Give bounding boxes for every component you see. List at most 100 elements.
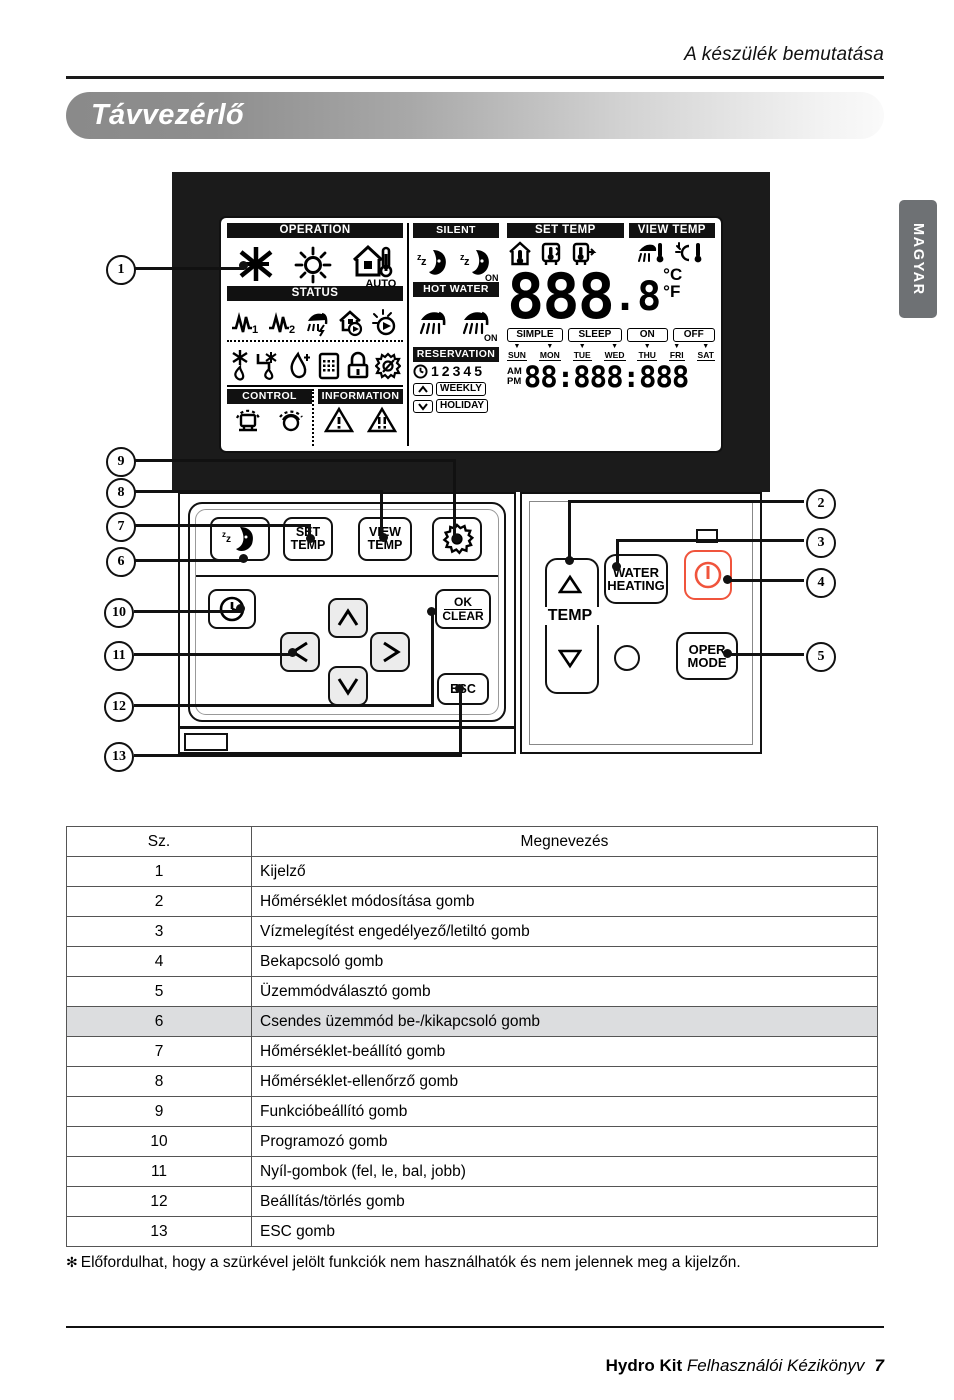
footnote-text: Előfordulhat, hogy a szürkével jelölt fu… [80,1254,741,1271]
row-name: Funkcióbeállító gomb [251,1096,878,1127]
temp-label: TEMP [533,607,607,625]
arrow-left-button[interactable] [280,632,320,672]
schedule-button[interactable] [208,589,256,629]
table-row: 13 ESC gomb [66,1216,878,1247]
triangle-down-icon [558,649,582,669]
row-name: Hőmérséklet módosítása gomb [251,886,878,917]
temp-down-area[interactable] [552,640,588,678]
table-row: 4 Bekapcsoló gomb [66,946,878,977]
mode-sleep: SLEEP [567,328,622,342]
table-row: 5 Üzemmódválasztó gomb [66,976,878,1007]
house-timer-icon [338,309,365,337]
table-row: 8 Hőmérséklet-ellenőrző gomb [66,1066,878,1097]
hot-water-label: HOT WATER [413,282,499,297]
reservation-label: RESERVATION [413,347,499,362]
shower-on-icon: ON [461,307,498,343]
mode-off: OFF [672,328,715,342]
row-no: 6 [66,1006,252,1037]
svg-text:1: 1 [252,324,258,336]
clock-digits: 88:888:888 [523,360,690,394]
table-row: 9 Funkcióbeállító gomb [66,1096,878,1127]
row-no: 9 [66,1096,252,1127]
arrow-up-icon [336,607,360,629]
callout-11: 11 [104,641,134,671]
table-row: 7 Hőmérséklet-beállító gomb [66,1036,878,1067]
row-no: 5 [66,976,252,1007]
water-heating-line2: HEATING [607,578,665,593]
defrost-icon [229,349,251,381]
row-no: 2 [66,886,252,917]
callout-9: 9 [106,447,136,477]
table-header-name: Megnevezés [251,826,878,857]
page-footer: Hydro Kit Felhasználói Kézikönyv 7 [66,1336,884,1376]
table-row: 10 Programozó gomb [66,1126,878,1157]
row-name: Üzemmódválasztó gomb [251,976,878,1007]
table-row: 2 Hőmérséklet módosítása gomb [66,886,878,917]
arrow-right-icon [379,640,401,664]
row-name: Programozó gomb [251,1126,878,1157]
temp-up-area[interactable] [552,565,588,603]
callout-4: 4 [806,568,836,598]
row-name: Vízmelegítést engedélyező/letiltó gomb [251,916,878,947]
holiday-label: HOLIDAY [436,399,489,413]
lcd-middle-column: SILENT z z z z ON HOT WATER ON RESERVATI… [407,223,499,446]
remote-control-illustration: OPERATION AUTO STATUS 1 2 CONTROL INFORM… [0,0,954,800]
arrow-down-button[interactable] [328,666,368,706]
warning-1-icon [324,406,355,434]
central-control-icon [233,406,263,436]
information-icon-row [318,404,403,436]
callout-1: 1 [106,255,136,285]
arrow-up-button[interactable] [328,598,368,638]
table-row: 1 Kijelző [66,856,878,887]
footer-manual-title: Felhasználói Kézikönyv [686,1356,865,1375]
weekly-label: WEEKLY [436,382,486,396]
ok-clear-line2: CLEAR [442,608,484,623]
callout-3: 3 [806,528,836,558]
moon-sleep-icon: z z [220,524,260,554]
callout-6: 6 [106,547,136,577]
row-no: 13 [66,1216,252,1247]
reservation-num-3: 3 [452,363,461,379]
footer-rule [66,1326,884,1328]
reservation-num-4: 4 [463,363,472,379]
arrow-down-icon [336,675,360,697]
chevron-up-icon [413,382,433,396]
filter-clean-icon [374,351,401,381]
shower-boost-icon [305,309,331,337]
callout-12: 12 [104,692,134,722]
silent-on-label: ON [485,273,499,283]
lcd-right-column: SET TEMP VIEW TEMP 888 .8 °C °F SIMPLE S… [503,223,715,446]
svg-text:2: 2 [289,324,295,336]
row-name: Hőmérséklet-ellenőrző gomb [251,1066,878,1097]
row-name: ESC gomb [251,1216,878,1247]
footnote: ✻ Előfordulhat, hogy a szürkével jelölt f… [66,1252,896,1273]
silent-label: SILENT [413,223,499,238]
hot-water-on-label: ON [484,333,498,343]
footnote-marker: ✻ [66,1254,78,1270]
callout-10: 10 [104,598,134,628]
temperature-digits: 888 [507,260,615,333]
ok-clear-button[interactable]: OK CLEAR [435,589,491,629]
svg-text:z: z [464,256,470,268]
antifreeze-pipe-icon [256,349,282,381]
row-no: 1 [66,856,252,887]
housing-divider [196,575,498,577]
row-no: 10 [66,1126,252,1157]
table-row: 11 Nyíl-gombok (fel, le, bal, jobb) [66,1156,878,1187]
lcd-left-column: OPERATION AUTO STATUS 1 2 CONTROL INFORM… [227,223,403,446]
lcd-display: OPERATION AUTO STATUS 1 2 CONTROL INFORM… [219,216,723,453]
footer-page-number: 7 [874,1356,884,1375]
warning-2-icon [366,406,397,434]
arrow-right-button[interactable] [370,632,410,672]
reservation-num-1: 1 [431,363,439,379]
row-name: Nyíl-gombok (fel, le, bal, jobb) [251,1156,878,1187]
reservation-numbers: 1 2 3 4 5 [413,364,499,379]
row-name: Bekapcsoló gomb [251,946,878,977]
chevron-down-icon [413,399,433,413]
indicator-led [614,645,640,671]
sun-timer-icon [372,309,399,337]
callout-8: 8 [106,478,136,508]
mode-on: ON [626,328,668,342]
operation-icon-row: AUTO [227,238,403,290]
mode-simple: SIMPLE [507,328,563,342]
